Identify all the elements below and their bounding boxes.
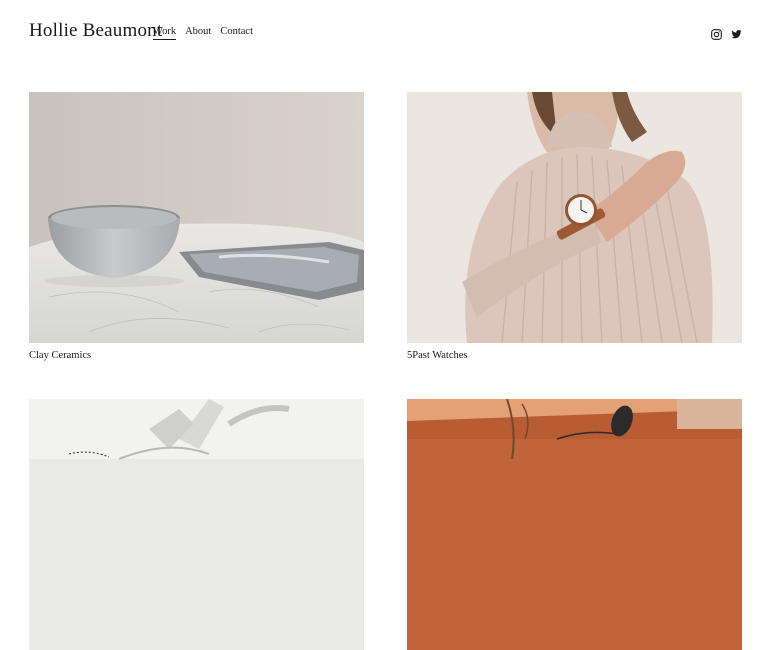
nav-item-contact[interactable]: Contact (220, 26, 253, 40)
project-image-sunglasses[interactable] (407, 399, 742, 650)
project-title[interactable]: 5Past Watches (407, 350, 468, 361)
nav-item-work[interactable]: Work (153, 26, 177, 40)
project-image-white-object[interactable] (29, 399, 364, 650)
instagram-icon[interactable] (711, 27, 722, 40)
project-image-bowl[interactable] (29, 92, 364, 343)
project-image-watch[interactable] (407, 92, 742, 343)
main-nav: Work About Contact (153, 26, 253, 40)
site-header: Hollie Beaumont Work About Contact (0, 0, 770, 64)
site-title[interactable]: Hollie Beaumont (29, 20, 162, 42)
project-title[interactable]: Clay Ceramics (29, 350, 91, 361)
social-links (711, 27, 742, 40)
project-card[interactable]: 5Past Watches (407, 92, 742, 361)
project-card[interactable] (407, 399, 742, 650)
project-card[interactable]: Clay Ceramics (29, 92, 364, 361)
twitter-icon[interactable] (731, 27, 742, 39)
project-card[interactable] (29, 399, 364, 650)
nav-item-about[interactable]: About (185, 26, 211, 40)
